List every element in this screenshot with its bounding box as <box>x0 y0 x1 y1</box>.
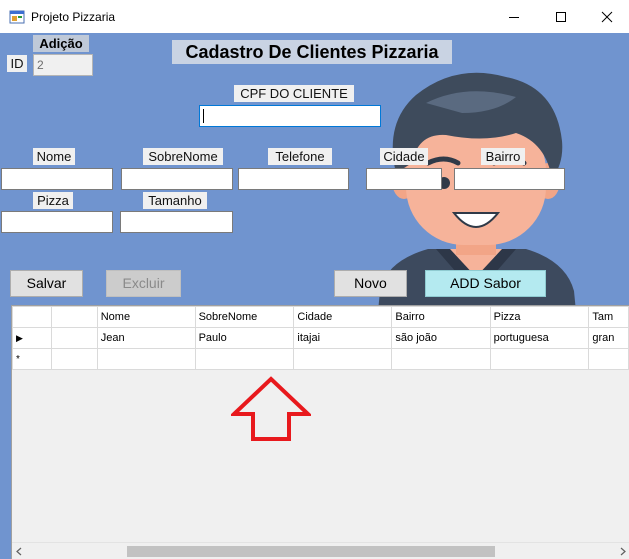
id-label: ID <box>7 55 27 72</box>
telefone-label: Telefone <box>268 148 332 165</box>
table-cell[interactable]: Jean <box>96 327 196 349</box>
table-cell[interactable]: itajai <box>293 327 393 349</box>
nome-label: Nome <box>33 148 75 165</box>
row-indicator-new[interactable]: * <box>12 348 53 370</box>
close-icon <box>601 11 613 22</box>
table-cell[interactable]: Paulo <box>194 327 295 349</box>
tamanho-label: Tamanho <box>143 192 207 209</box>
table-row-new[interactable]: * <box>12 348 629 370</box>
pizzaria-app-icon <box>9 10 25 24</box>
pizza-label: Pizza <box>33 192 73 209</box>
text-caret <box>203 109 204 123</box>
table-cell[interactable] <box>293 348 393 370</box>
grid-table: Nome SobreNome Cidade Bairro Pizza Tam ▶… <box>12 306 629 370</box>
telefone-input[interactable] <box>238 168 349 190</box>
table-cell[interactable] <box>391 348 491 370</box>
cidade-label: Cidade <box>380 148 428 165</box>
annotation-arrow-icon <box>231 376 311 441</box>
form-area: Adição Cadastro De Clientes Pizzaria ID … <box>0 33 629 559</box>
table-cell[interactable] <box>194 348 295 370</box>
table-cell[interactable]: portuguesa <box>489 327 590 349</box>
table-cell[interactable] <box>96 348 196 370</box>
maximize-button[interactable] <box>538 0 584 33</box>
table-row[interactable]: ▶ Jean Paulo itajai são joão portuguesa … <box>12 327 629 349</box>
table-cell[interactable] <box>51 348 98 370</box>
page-title: Cadastro De Clientes Pizzaria <box>172 40 452 64</box>
window-title: Projeto Pizzaria <box>31 10 116 24</box>
minimize-icon <box>509 16 519 18</box>
column-header-tamanho[interactable]: Tam <box>588 306 629 328</box>
table-cell[interactable]: são joão <box>391 327 491 349</box>
mode-label: Adição <box>33 35 89 52</box>
cpf-input[interactable] <box>199 105 381 127</box>
row-indicator-current[interactable]: ▶ <box>12 327 53 349</box>
add-sabor-button[interactable]: ADD Sabor <box>425 270 546 297</box>
minimize-button[interactable] <box>491 0 537 33</box>
scroll-right-icon[interactable] <box>619 547 627 556</box>
table-cell[interactable] <box>588 348 629 370</box>
pizza-input[interactable] <box>1 211 113 233</box>
salvar-button[interactable]: Salvar <box>10 270 83 297</box>
scrollbar-thumb[interactable] <box>127 546 495 557</box>
scroll-left-icon[interactable] <box>15 547 23 556</box>
cidade-input[interactable] <box>366 168 442 190</box>
maximize-icon <box>556 11 566 22</box>
novo-button[interactable]: Novo <box>334 270 407 297</box>
table-cell[interactable] <box>51 327 98 349</box>
column-header[interactable] <box>51 306 98 328</box>
horizontal-scrollbar[interactable] <box>12 542 629 559</box>
grid-header-row: Nome SobreNome Cidade Bairro Pizza Tam <box>12 306 629 328</box>
bairro-input[interactable] <box>454 168 565 190</box>
sobrenome-label: SobreNome <box>143 148 223 165</box>
column-header-cidade[interactable]: Cidade <box>293 306 393 328</box>
table-cell[interactable] <box>489 348 590 370</box>
column-header-sobrenome[interactable]: SobreNome <box>194 306 295 328</box>
window-titlebar[interactable]: Projeto Pizzaria <box>0 0 629 33</box>
cpf-label: CPF DO CLIENTE <box>234 85 354 102</box>
table-cell[interactable]: gran <box>588 327 629 349</box>
column-header-bairro[interactable]: Bairro <box>391 306 491 328</box>
column-header-pizza[interactable]: Pizza <box>489 306 590 328</box>
close-button[interactable] <box>584 0 629 33</box>
tamanho-input[interactable] <box>120 211 233 233</box>
nome-input[interactable] <box>1 168 113 190</box>
id-field[interactable]: 2 <box>33 54 93 76</box>
excluir-button[interactable]: Excluir <box>106 270 181 297</box>
sobrenome-input[interactable] <box>121 168 233 190</box>
bairro-label: Bairro <box>481 148 525 165</box>
grid-corner <box>12 306 53 328</box>
column-header-nome[interactable]: Nome <box>96 306 196 328</box>
clientes-grid[interactable]: Nome SobreNome Cidade Bairro Pizza Tam ▶… <box>11 305 629 559</box>
